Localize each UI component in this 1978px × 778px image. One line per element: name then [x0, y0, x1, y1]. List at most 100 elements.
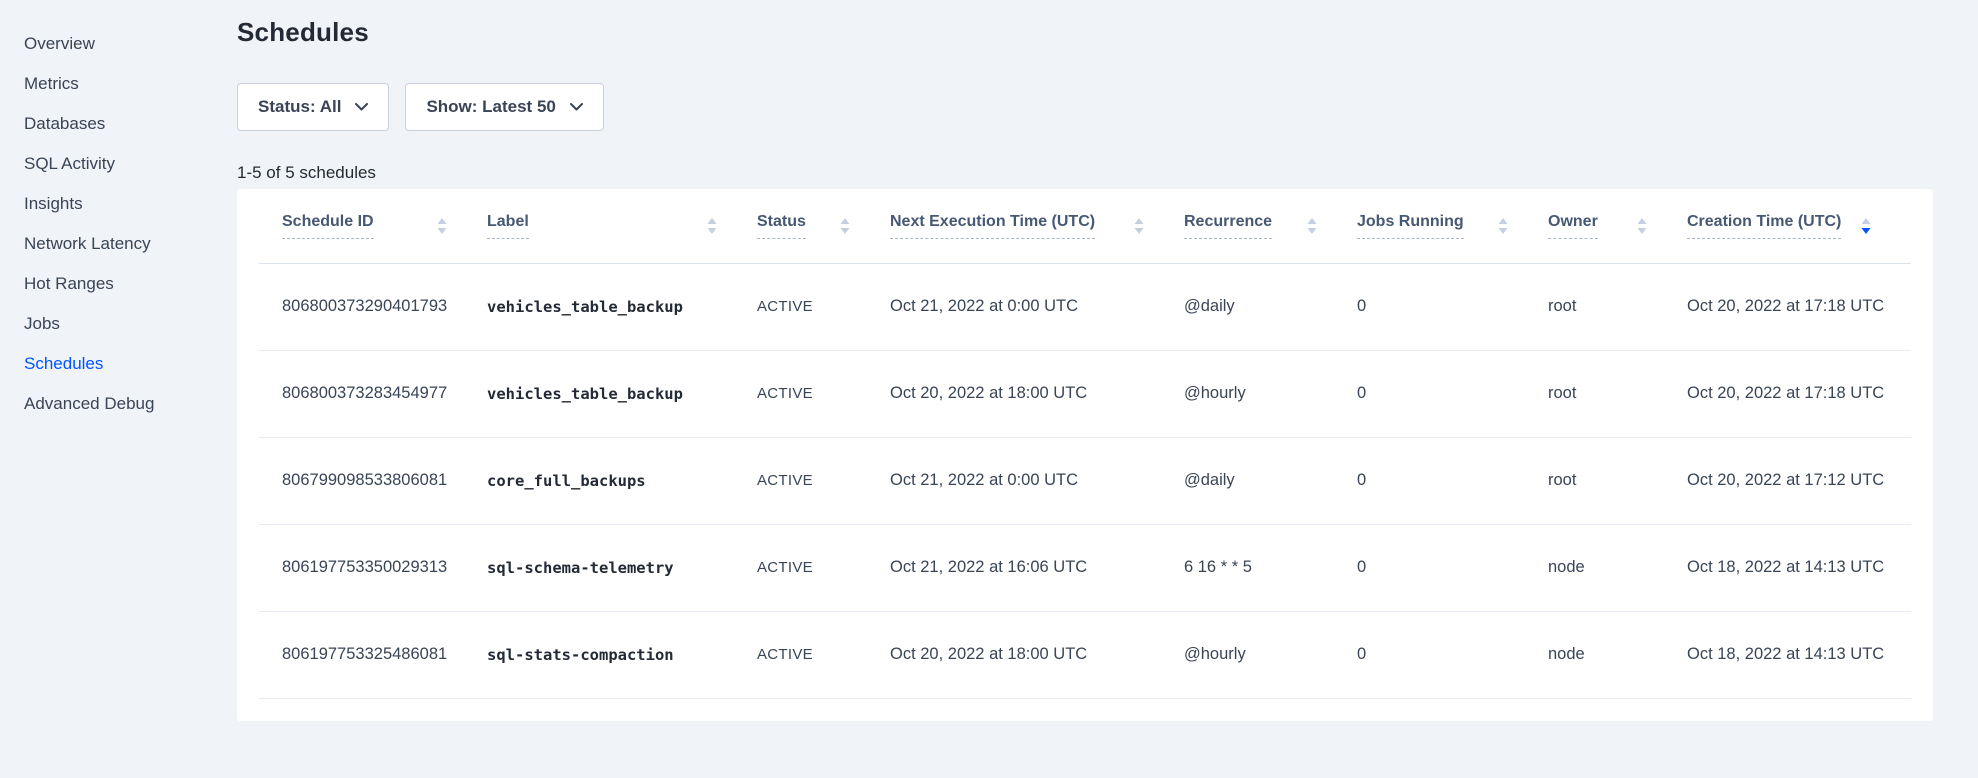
schedule-id-cell: 806197753350029313 — [259, 524, 487, 611]
creation-time-cell: Oct 18, 2022 at 14:13 UTC — [1687, 611, 1911, 698]
recurrence-cell: @daily — [1184, 437, 1357, 524]
sidebar-item-metrics[interactable]: Metrics — [0, 64, 237, 104]
schedule-id-cell: 806800373283454977 — [259, 350, 487, 437]
schedule-status-cell: ACTIVE — [757, 611, 890, 698]
recurrence-cell: @hourly — [1184, 611, 1357, 698]
sidebar-item-insights[interactable]: Insights — [0, 184, 237, 224]
schedule-label-cell: sql-stats-compaction — [487, 611, 757, 698]
sidebar-item-label: Advanced Debug — [24, 394, 154, 413]
sort-arrows-icon[interactable] — [1498, 218, 1508, 234]
chevron-down-icon — [570, 103, 583, 111]
schedule-row: 806799098533806081 core_full_backups ACT… — [259, 437, 1911, 524]
show-filter-dropdown[interactable]: Show: Latest 50 — [405, 83, 603, 131]
owner-cell: root — [1548, 437, 1687, 524]
next-execution-cell: Oct 20, 2022 at 18:00 UTC — [890, 611, 1184, 698]
sort-arrows-icon[interactable] — [1134, 218, 1144, 234]
column-header-owner[interactable]: Owner — [1548, 189, 1687, 263]
chevron-down-icon — [355, 103, 368, 111]
schedule-row: 806800373290401793 vehicles_table_backup… — [259, 263, 1911, 350]
owner-cell: root — [1548, 350, 1687, 437]
creation-time-cell: Oct 18, 2022 at 14:13 UTC — [1687, 524, 1911, 611]
sidebar-item-label: Network Latency — [24, 234, 151, 253]
schedule-label-cell: core_full_backups — [487, 437, 757, 524]
column-header-label: Creation Time (UTC) — [1687, 213, 1841, 239]
sidebar-item-sql-activity[interactable]: SQL Activity — [0, 144, 237, 184]
schedule-status-cell: ACTIVE — [757, 524, 890, 611]
schedule-label-cell: vehicles_table_backup — [487, 263, 757, 350]
column-header-label: Next Execution Time (UTC) — [890, 213, 1095, 239]
sidebar-item-label: Jobs — [24, 314, 60, 333]
sidebar-item-label: Metrics — [24, 74, 79, 93]
show-filter-label: Show: Latest 50 — [426, 97, 555, 117]
page-title: Schedules — [237, 16, 1933, 48]
sidebar: Overview Metrics Databases SQL Activity … — [0, 0, 237, 778]
column-header-label: Label — [487, 213, 529, 239]
sidebar-item-label: Insights — [24, 194, 83, 213]
sidebar-item-label: Overview — [24, 34, 95, 53]
sort-arrows-icon[interactable] — [1637, 218, 1647, 234]
column-header-creation-time-utc[interactable]: Creation Time (UTC) — [1687, 189, 1911, 263]
schedule-id-cell: 806197753325486081 — [259, 611, 487, 698]
column-header-label: Jobs Running — [1357, 213, 1464, 239]
results-count: 1-5 of 5 schedules — [237, 163, 1933, 183]
schedule-row: 806197753325486081 sql-stats-compaction … — [259, 611, 1911, 698]
sort-arrows-icon[interactable] — [1861, 218, 1871, 234]
column-header-next-execution-time-utc[interactable]: Next Execution Time (UTC) — [890, 189, 1184, 263]
creation-time-cell: Oct 20, 2022 at 17:12 UTC — [1687, 437, 1911, 524]
sidebar-item-schedules[interactable]: Schedules — [0, 344, 237, 384]
jobs-running-cell: 0 — [1357, 263, 1548, 350]
next-execution-cell: Oct 21, 2022 at 0:00 UTC — [890, 437, 1184, 524]
column-header-label: Schedule ID — [282, 213, 374, 239]
column-header-label[interactable]: Label — [487, 189, 757, 263]
schedule-row: 806197753350029313 sql-schema-telemetry … — [259, 524, 1911, 611]
status-filter-label: Status: All — [258, 97, 341, 117]
next-execution-cell: Oct 21, 2022 at 0:00 UTC — [890, 263, 1184, 350]
table-body: 806800373290401793 vehicles_table_backup… — [259, 263, 1911, 698]
jobs-running-cell: 0 — [1357, 350, 1548, 437]
sort-arrows-icon[interactable] — [437, 218, 447, 234]
schedule-label-cell: vehicles_table_backup — [487, 350, 757, 437]
recurrence-cell: @daily — [1184, 263, 1357, 350]
schedule-row: 806800373283454977 vehicles_table_backup… — [259, 350, 1911, 437]
main-content: Schedules Status: All Show: Latest 50 1-… — [237, 0, 1978, 778]
creation-time-cell: Oct 20, 2022 at 17:18 UTC — [1687, 350, 1911, 437]
next-execution-cell: Oct 20, 2022 at 18:00 UTC — [890, 350, 1184, 437]
jobs-running-cell: 0 — [1357, 524, 1548, 611]
schedule-status-cell: ACTIVE — [757, 263, 890, 350]
schedule-id-cell: 806800373290401793 — [259, 263, 487, 350]
schedules-table: Schedule ID Label Status — [259, 189, 1911, 699]
column-header-label: Owner — [1548, 213, 1598, 239]
status-filter-dropdown[interactable]: Status: All — [237, 83, 389, 131]
sidebar-item-network-latency[interactable]: Network Latency — [0, 224, 237, 264]
schedule-label-cell: sql-schema-telemetry — [487, 524, 757, 611]
owner-cell: node — [1548, 524, 1687, 611]
column-header-status[interactable]: Status — [757, 189, 890, 263]
sidebar-item-hot-ranges[interactable]: Hot Ranges — [0, 264, 237, 304]
next-execution-cell: Oct 21, 2022 at 16:06 UTC — [890, 524, 1184, 611]
sidebar-item-databases[interactable]: Databases — [0, 104, 237, 144]
table-header-row: Schedule ID Label Status — [259, 189, 1911, 263]
sort-arrows-icon[interactable] — [840, 218, 850, 234]
schedules-page: Overview Metrics Databases SQL Activity … — [0, 0, 1978, 778]
schedule-status-cell: ACTIVE — [757, 350, 890, 437]
column-header-label: Status — [757, 213, 806, 239]
sidebar-item-overview[interactable]: Overview — [0, 24, 237, 64]
sort-arrows-icon[interactable] — [1307, 218, 1317, 234]
schedules-table-card: Schedule ID Label Status — [237, 189, 1933, 721]
recurrence-cell: @hourly — [1184, 350, 1357, 437]
owner-cell: node — [1548, 611, 1687, 698]
column-header-jobs-running[interactable]: Jobs Running — [1357, 189, 1548, 263]
sort-arrows-icon[interactable] — [707, 218, 717, 234]
sidebar-item-advanced-debug[interactable]: Advanced Debug — [0, 384, 237, 424]
sidebar-item-label: SQL Activity — [24, 154, 115, 173]
sidebar-item-label: Databases — [24, 114, 105, 133]
filter-bar: Status: All Show: Latest 50 — [237, 83, 1933, 131]
column-header-recurrence[interactable]: Recurrence — [1184, 189, 1357, 263]
owner-cell: root — [1548, 263, 1687, 350]
column-header-label: Recurrence — [1184, 213, 1272, 239]
jobs-running-cell: 0 — [1357, 611, 1548, 698]
sidebar-item-jobs[interactable]: Jobs — [0, 304, 237, 344]
column-header-schedule-id[interactable]: Schedule ID — [259, 189, 487, 263]
creation-time-cell: Oct 20, 2022 at 17:18 UTC — [1687, 263, 1911, 350]
sidebar-item-label: Hot Ranges — [24, 274, 114, 293]
